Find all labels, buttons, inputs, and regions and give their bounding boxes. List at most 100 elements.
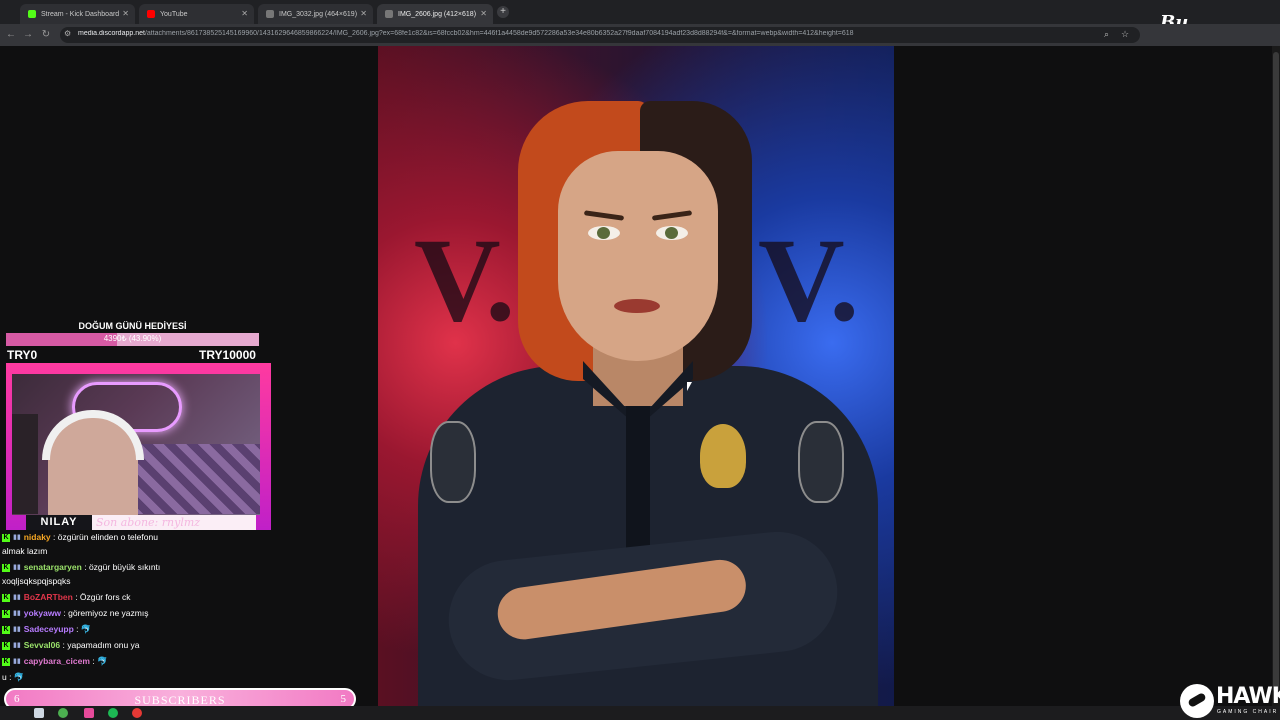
search-icon[interactable]: ⌕ (1104, 29, 1109, 40)
back-button[interactable]: ← (4, 28, 18, 42)
brand-sub: GAMING CHAIR (1217, 709, 1279, 715)
close-icon[interactable]: ✕ (360, 9, 367, 18)
reload-icon: ↻ (41, 29, 51, 40)
kick-badge-icon: K (2, 609, 10, 618)
tab-label: IMG_3032.jpg (464×619) (279, 10, 358, 18)
tab-label: YouTube (160, 10, 188, 18)
tab-img-2606[interactable]: IMG_2606.jpg (412×618) ✕ (377, 4, 493, 24)
lips (614, 299, 660, 313)
sub-badge-icon: ▮▮ (13, 657, 21, 665)
kick-badge-icon: K (2, 625, 10, 634)
address-bar: ← → ↻ ⚙ media.discordapp.net/attachments… (0, 24, 1280, 46)
forward-button[interactable]: → (21, 28, 35, 42)
chat-message: K ▮▮ yokyaww : göremiyoz ne yazmış (2, 606, 148, 621)
new-tab-button[interactable]: + (497, 6, 509, 18)
tab-img-3032[interactable]: IMG_3032.jpg (464×619) ✕ (258, 4, 373, 24)
kick-icon (28, 10, 36, 18)
tab-label: IMG_2606.jpg (412×618) (398, 10, 477, 18)
chat-username[interactable]: BoZARTben (24, 592, 73, 602)
chat-message: K ▮▮ nidaky : özgürün elinden o telefonu (2, 530, 158, 545)
site-info-icon[interactable]: ⚙ (64, 29, 71, 38)
close-icon[interactable]: ✕ (122, 9, 129, 18)
obs-icon[interactable] (132, 708, 142, 718)
chat-text: : özgürün elinden o telefonu (53, 532, 158, 542)
sub-badge-icon: ▮▮ (13, 593, 21, 601)
scrollbar[interactable] (1272, 46, 1280, 706)
image-icon (385, 10, 393, 18)
url-path: /attachments/861738525145169960/14316296… (144, 30, 854, 37)
close-icon[interactable]: ✕ (480, 9, 487, 18)
reload-button[interactable]: ↻ (39, 28, 53, 42)
chat-username[interactable]: nidaky (24, 532, 51, 542)
hawk-icon (1180, 684, 1214, 718)
chrome-icon[interactable] (58, 708, 68, 718)
chat-message: almak lazım (2, 544, 47, 558)
chat-text: almak lazım (2, 546, 48, 556)
mouse-cursor-icon (687, 382, 692, 391)
chat-username[interactable]: Sadeceyupp (24, 624, 74, 634)
chat-text: : özgür büyük sıkıntı (84, 562, 161, 572)
shelf (12, 414, 38, 514)
tab-kick-dashboard[interactable]: Stream - Kick Dashboard ✕ (20, 4, 135, 24)
bed (132, 444, 260, 514)
streamer-name: NILAY (26, 515, 92, 530)
background-letters-right: V. (758, 213, 860, 346)
goal-max-label: TRY10000 (199, 348, 256, 362)
police-badge (700, 424, 746, 488)
goal-min-label: TRY0 (7, 348, 38, 362)
chat-text: : 🐬 (92, 656, 108, 666)
browser-tab-bar: Stream - Kick Dashboard ✕ YouTube ✕ IMG_… (0, 0, 1280, 24)
eyebrow-left (583, 210, 625, 221)
url-input[interactable]: ⚙ media.discordapp.net/attachments/86173… (60, 27, 1140, 43)
chat-message: xoqljsqkspqjspqks (2, 574, 71, 588)
arrow-right-icon: → (23, 29, 33, 40)
app-icon[interactable] (84, 708, 94, 718)
chat-username[interactable]: yokyaww (24, 608, 61, 618)
subscribers-count-right: 5 (340, 693, 347, 705)
chat-message: K ▮▮ capybara_cicem : 🐬 (2, 654, 108, 669)
scrollbar-thumb[interactable] (1273, 52, 1279, 692)
chat-text: : yapamadım onu ya (62, 640, 140, 650)
arrow-left-icon: ← (6, 29, 16, 40)
chat-message: K ▮▮ Sadeceyupp : 🐬 (2, 622, 91, 637)
image-viewer: V. V. (378, 46, 894, 706)
chat-username[interactable]: Sevval06 (24, 640, 60, 650)
chat-text: : 🐬 (76, 624, 92, 634)
kick-badge-icon: K (2, 563, 10, 572)
chat-message: K ▮▮ senatargaryen : özgür büyük sıkıntı (2, 560, 160, 575)
kick-badge-icon: K (2, 533, 10, 542)
sub-badge-icon: ▮▮ (13, 625, 21, 633)
chat-username[interactable]: capybara_cicem (24, 656, 90, 666)
kick-badge-icon: K (2, 641, 10, 650)
goal-progress-text: 4390₺ (43.90%) (103, 334, 162, 343)
goal-title: DOĞUM GÜNÜ HEDİYESİ (78, 321, 187, 331)
background-letters-left: V. (414, 213, 516, 346)
webcam-feed (12, 374, 260, 515)
chat-message: K ▮▮ BoZARTben : Özgür fors ck (2, 590, 130, 605)
chat-username[interactable]: senatargaryen (24, 562, 82, 572)
goal-progress-bar: 4390₺ (43.90%) (6, 333, 259, 346)
spotify-icon[interactable] (108, 708, 118, 718)
sub-badge-icon: ▮▮ (13, 641, 21, 649)
chat-text: : Özgür fors ck (75, 592, 131, 602)
hawk-brand-logo: HAWK GAMING CHAIR (1180, 684, 1280, 720)
url-text: media.discordapp.net/attachments/8617385… (78, 30, 1098, 37)
close-icon[interactable]: ✕ (241, 9, 248, 18)
url-host: media.discordapp.net (78, 30, 145, 37)
sub-badge-icon: ▮▮ (13, 533, 21, 541)
chat-message: K ▮▮ Sevval06 : yapamadım onu ya (2, 638, 140, 653)
tab-label: Stream - Kick Dashboard (41, 10, 120, 18)
image-icon (266, 10, 274, 18)
taskbar (0, 706, 1280, 720)
eye-right (656, 226, 688, 240)
kick-badge-icon: K (2, 657, 10, 666)
star-icon[interactable]: ☆ (1121, 29, 1129, 40)
chat-message: u : 🐬 (2, 670, 24, 684)
brand-name: HAWK (1216, 684, 1280, 709)
police-patch-right (798, 421, 844, 503)
police-patch-left (430, 421, 476, 503)
file-explorer-icon[interactable] (34, 708, 44, 718)
tab-youtube[interactable]: YouTube ✕ (139, 4, 254, 24)
face (558, 151, 718, 361)
last-subscriber: Son abone: rnylmz (96, 516, 201, 529)
